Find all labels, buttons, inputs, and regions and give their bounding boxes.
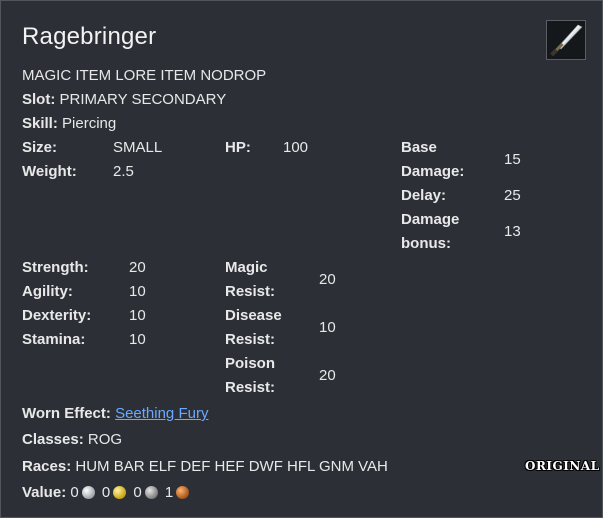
- damage-bonus-label-line1: Damage: [401, 211, 460, 228]
- item-flags: MAGIC ITEM LORE ITEM NODROP: [22, 67, 267, 84]
- copper-coin-icon: [176, 486, 190, 499]
- classes-label: Classes:: [22, 431, 84, 448]
- gold-coin-icon: [113, 486, 127, 499]
- delay-label: Delay:: [401, 187, 447, 204]
- stamina-label: Stamina:: [22, 331, 86, 348]
- weight-value: 2.5: [113, 163, 134, 180]
- platinum-coin-icon: [81, 486, 95, 499]
- value-row: Value: 0 0 0 1: [22, 484, 192, 501]
- magic-resist-label-line2: Resist:: [225, 283, 276, 300]
- skill-label: Skill:: [22, 115, 58, 132]
- stamina-value: 10: [129, 331, 146, 348]
- dexterity-label: Dexterity:: [22, 307, 92, 324]
- poison-resist-label-line1: Poison: [225, 355, 276, 372]
- classes-row: Classes: ROG: [22, 431, 122, 448]
- damage-bonus-value: 13: [504, 223, 521, 240]
- weight-label: Weight:: [22, 163, 77, 180]
- poison-resist-label-line2: Resist:: [225, 379, 276, 396]
- worn-effect-label: Worn Effect:: [22, 405, 111, 422]
- skill-value: Piercing: [62, 115, 117, 132]
- skill-row: Skill: Piercing: [22, 115, 116, 132]
- item-name: Ragebringer: [22, 23, 157, 50]
- strength-value: 20: [129, 259, 146, 276]
- base-damage-value: 15: [504, 151, 521, 168]
- base-damage-label-line2: Damage:: [401, 163, 465, 180]
- size-label: Size:: [22, 139, 58, 156]
- value-label: Value:: [22, 484, 67, 501]
- original-badge: ORIGINAL: [525, 459, 600, 473]
- classes-value: ROG: [87, 431, 123, 448]
- copper-amount: 1: [164, 484, 174, 501]
- agility-value: 10: [129, 283, 146, 300]
- magic-resist-label-line1: Magic: [225, 259, 268, 276]
- dexterity-value: 10: [129, 307, 146, 324]
- silver-coin-icon: [144, 486, 158, 499]
- worn-effect-row: Worn Effect: Seething Fury: [22, 405, 208, 422]
- agility-label: Agility:: [22, 283, 73, 300]
- gold-amount: 0: [101, 484, 111, 501]
- slot-value: PRIMARY SECONDARY: [59, 91, 227, 108]
- slot-label: Slot:: [22, 91, 56, 108]
- item-card: Ragebringer MAGIC ITEM LORE ITEM NODROP …: [0, 0, 603, 518]
- worn-effect-link[interactable]: Seething Fury: [115, 405, 208, 422]
- delay-value: 25: [504, 187, 521, 204]
- races-label: Races:: [22, 458, 72, 475]
- slot-row: Slot: PRIMARY SECONDARY: [22, 91, 226, 108]
- silver-amount: 0: [133, 484, 142, 501]
- base-damage-label-line1: Base: [401, 139, 437, 156]
- sword-icon: [546, 20, 586, 60]
- poison-resist-value: 20: [319, 367, 336, 384]
- hp-value: 100: [283, 139, 309, 156]
- disease-resist-value: 10: [319, 319, 336, 336]
- magic-resist-value: 20: [319, 271, 336, 288]
- hp-label: HP:: [225, 139, 251, 156]
- damage-bonus-label-line2: bonus:: [401, 235, 451, 252]
- races-row: Races: HUM BAR ELF DEF HEF DWF HFL GNM V…: [22, 458, 388, 475]
- disease-resist-label-line2: Resist:: [225, 331, 276, 348]
- disease-resist-label-line1: Disease: [225, 307, 282, 324]
- races-value: HUM BAR ELF DEF HEF DWF HFL GNM VAH: [75, 458, 388, 475]
- size-value: SMALL: [113, 139, 163, 156]
- strength-label: Strength:: [22, 259, 89, 276]
- platinum-amount: 0: [70, 484, 79, 501]
